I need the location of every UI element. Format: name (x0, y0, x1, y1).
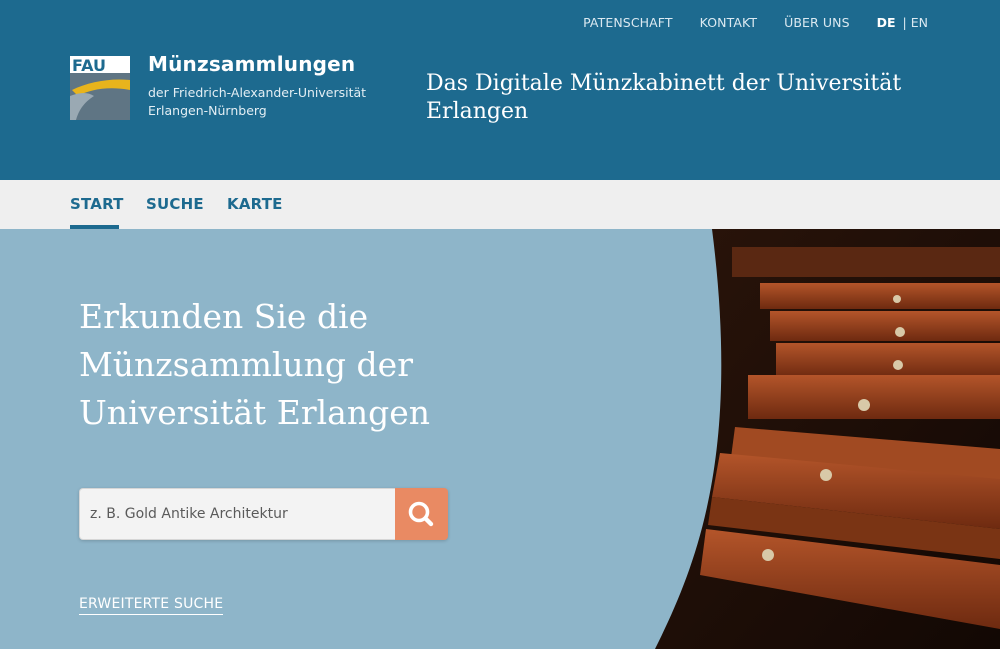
search-icon (408, 501, 434, 527)
language-switcher: DE | EN (877, 15, 928, 30)
nav-item-start[interactable]: START (70, 195, 124, 213)
advanced-search-link[interactable]: ERWEITERTE SUCHE (79, 596, 224, 615)
main-navigation: START SUCHE KARTE (0, 180, 1000, 229)
hero-heading-line1: Erkunden Sie die (79, 297, 369, 336)
topnav-link-ueber-uns[interactable]: ÜBER UNS (784, 15, 850, 30)
hero-section: Erkunden Sie die Münzsammlung der Univer… (0, 229, 1000, 649)
coin-cabinet-photo (655, 229, 1000, 649)
search-input[interactable] (79, 488, 395, 540)
hero-heading: Erkunden Sie die Münzsammlung der Univer… (79, 293, 599, 437)
top-navigation: PATENSCHAFT KONTAKT ÜBER UNS DE | EN (556, 15, 928, 30)
search-form (79, 488, 448, 540)
search-button[interactable] (395, 488, 448, 540)
language-en[interactable]: EN (911, 15, 928, 30)
brand-subtitle-line2: Erlangen-Nürnberg (148, 103, 267, 118)
site-header: PATENSCHAFT KONTAKT ÜBER UNS DE | EN FAU… (0, 0, 1000, 180)
svg-text:FAU: FAU (72, 56, 106, 75)
brand-subtitle-line1: der Friedrich-Alexander-Universität (148, 85, 367, 100)
hero-heading-line3: Universität Erlangen (79, 393, 430, 432)
topnav-link-kontakt[interactable]: KONTAKT (700, 15, 757, 30)
hero-heading-line2: Münzsammlung der (79, 345, 413, 384)
language-separator: | (902, 15, 907, 30)
brand-title[interactable]: Münzsammlungen (148, 52, 355, 76)
brand-subtitle: der Friedrich-Alexander-Universität Erla… (148, 84, 378, 120)
site-tagline: Das Digitale Münzkabinett der Universitä… (426, 71, 902, 124)
fau-logo[interactable]: FAU (70, 56, 130, 120)
language-de[interactable]: DE (877, 15, 896, 30)
nav-item-karte[interactable]: KARTE (227, 195, 283, 213)
nav-item-suche[interactable]: SUCHE (146, 195, 204, 213)
topnav-link-patenschaft[interactable]: PATENSCHAFT (583, 15, 673, 30)
